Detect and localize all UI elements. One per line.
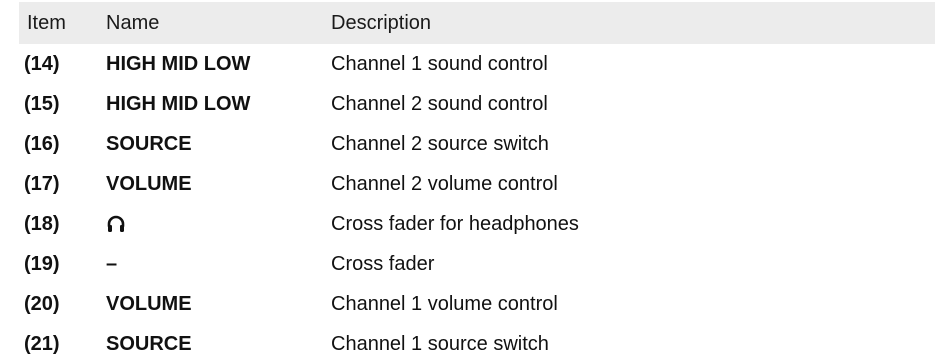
header-item: Item: [27, 11, 66, 34]
row-item: (20): [24, 292, 60, 315]
table-header: Item Name Description: [19, 2, 935, 44]
header-description: Description: [331, 11, 432, 34]
row-name: HIGH MID LOW: [106, 92, 251, 115]
row-item: (15): [24, 92, 60, 115]
table-row: (16) SOURCE Channel 2 source switch: [19, 124, 935, 164]
row-description: Channel 2 source switch: [331, 132, 549, 155]
table-row: (17) VOLUME Channel 2 volume control: [19, 164, 935, 204]
row-item: (18): [24, 212, 60, 235]
row-description: Channel 1 sound control: [331, 52, 548, 75]
row-name: HIGH MID LOW: [106, 52, 251, 75]
row-item: (21): [24, 332, 60, 355]
row-description: Cross fader: [331, 252, 435, 275]
row-name: SOURCE: [106, 132, 192, 155]
row-name: –: [106, 252, 118, 275]
row-item: (17): [24, 172, 60, 195]
table-row: (21) SOURCE Channel 1 source switch: [19, 324, 935, 364]
row-description: Cross fader for headphones: [331, 212, 579, 235]
row-name: VOLUME: [106, 172, 192, 195]
table-row: (20) VOLUME Channel 1 volume control: [19, 284, 935, 324]
row-item: (16): [24, 132, 60, 155]
controls-table: Item Name Description (14) HIGH MID LOW …: [19, 2, 935, 364]
headphones-icon: [107, 215, 125, 232]
header-name: Name: [106, 11, 160, 34]
table-row: (19) – Cross fader: [19, 244, 935, 284]
row-item: (19): [24, 252, 60, 275]
row-description: Channel 1 source switch: [331, 332, 549, 355]
row-name: [106, 214, 126, 234]
table-row: (15) HIGH MID LOW Channel 2 sound contro…: [19, 84, 935, 124]
table-row: (18) Cross fader for headphones: [19, 204, 935, 244]
row-name: SOURCE: [106, 332, 192, 355]
row-description: Channel 2 volume control: [331, 172, 558, 195]
row-name: VOLUME: [106, 292, 192, 315]
table-row: (14) HIGH MID LOW Channel 1 sound contro…: [19, 44, 935, 84]
row-description: Channel 2 sound control: [331, 92, 548, 115]
row-description: Channel 1 volume control: [331, 292, 558, 315]
row-item: (14): [24, 52, 60, 75]
